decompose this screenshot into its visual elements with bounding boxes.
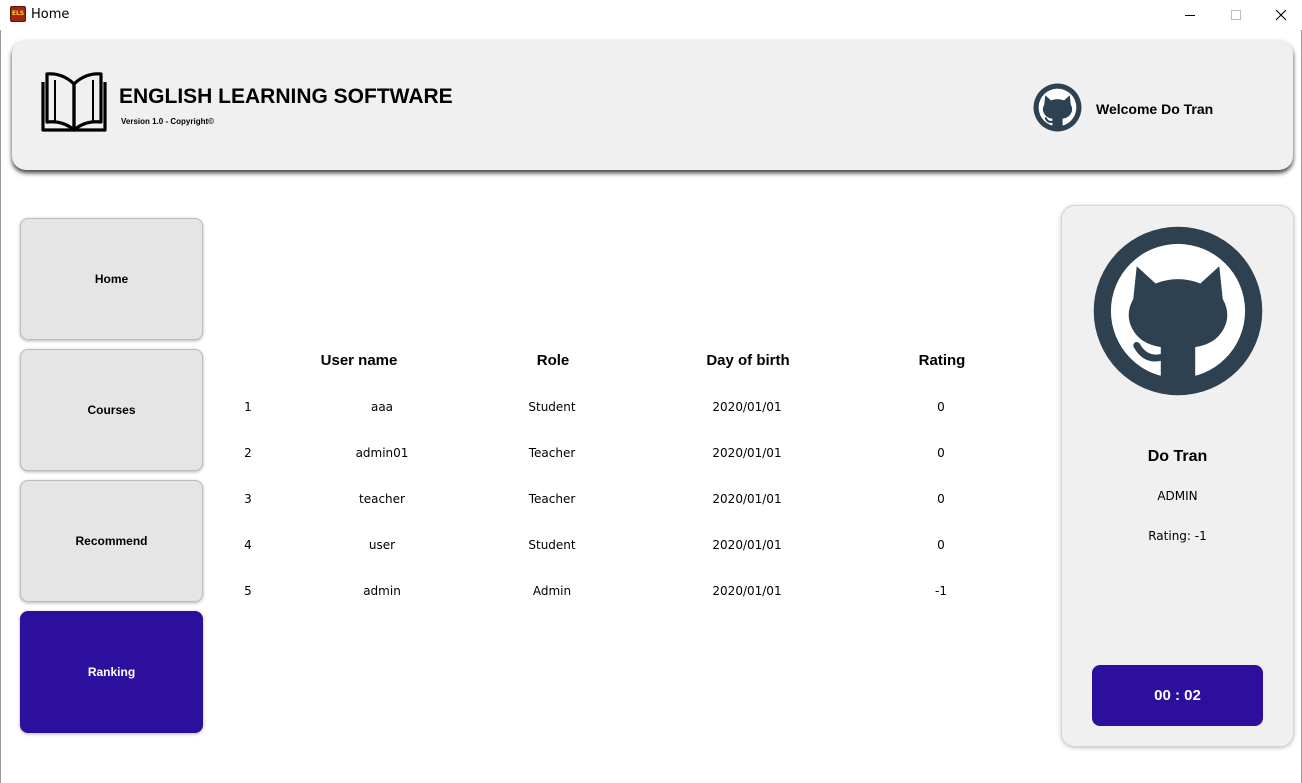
maximize-button[interactable]: [1213, 0, 1259, 30]
close-button[interactable]: [1258, 0, 1302, 30]
app-icon: ELS: [10, 6, 26, 22]
rank-cell: 4: [244, 538, 252, 552]
column-header-rating: Rating: [918, 352, 966, 369]
window-title: Home: [31, 7, 70, 22]
welcome-text: Welcome Do Tran: [1096, 101, 1214, 117]
dob-cell: 2020/01/01: [712, 400, 782, 414]
username-cell: user: [368, 538, 396, 552]
rank-cell: 2: [244, 446, 252, 460]
column-header-role: Role: [536, 352, 570, 369]
minimize-icon: [1185, 15, 1195, 16]
dob-cell: 2020/01/01: [712, 446, 782, 460]
window-frame-left: [0, 30, 1, 783]
column-header-username: User name: [320, 352, 398, 369]
role-cell: Teacher: [528, 446, 576, 460]
dob-cell: 2020/01/01: [712, 538, 782, 552]
window-title-bar: ELS Home: [0, 0, 1302, 30]
username-cell: admin: [363, 584, 401, 598]
nav-recommend-button[interactable]: Recommend: [20, 480, 203, 602]
close-icon: [1275, 9, 1287, 21]
role-cell: Teacher: [528, 492, 576, 506]
column-header-day-of-birth: Day of birth: [706, 352, 790, 369]
nav-home-button[interactable]: Home: [20, 218, 203, 340]
profile-name: Do Tran: [1147, 448, 1208, 465]
username-cell: admin01: [355, 446, 409, 460]
username-cell: aaa: [370, 400, 394, 414]
minimize-button[interactable]: [1167, 0, 1213, 30]
rating-cell: 0: [937, 538, 945, 552]
dob-cell: 2020/01/01: [712, 584, 782, 598]
rank-cell: 1: [244, 400, 252, 414]
github-octocat-icon: [1093, 226, 1263, 396]
rank-cell: 5: [244, 584, 252, 598]
profile-rating: Rating: -1: [1148, 529, 1207, 543]
role-cell: Admin: [532, 584, 572, 598]
rating-cell: 0: [937, 446, 945, 460]
maximize-icon: [1231, 10, 1241, 20]
role-cell: Student: [528, 538, 576, 552]
session-timer: 00 : 02: [1092, 665, 1263, 726]
username-cell: teacher: [359, 492, 405, 506]
profile-card: Do Tran ADMIN Rating: -1 00 : 02: [1061, 205, 1294, 747]
open-book-icon: [41, 72, 107, 132]
rating-cell: 0: [937, 400, 945, 414]
profile-role: ADMIN: [1157, 489, 1198, 503]
app-version: Version 1.0 - Copyright©: [121, 117, 215, 126]
dob-cell: 2020/01/01: [712, 492, 782, 506]
rating-cell: 0: [937, 492, 945, 506]
rating-cell: -1: [935, 584, 947, 598]
header-banner: ENGLISH LEARNING SOFTWARE Version 1.0 - …: [12, 40, 1293, 170]
role-cell: Student: [528, 400, 576, 414]
github-octocat-icon[interactable]: [1032, 82, 1083, 133]
nav-courses-button[interactable]: Courses: [20, 349, 203, 471]
app-title: ENGLISH LEARNING SOFTWARE: [119, 85, 453, 108]
rank-cell: 3: [244, 492, 252, 506]
nav-ranking-button[interactable]: Ranking: [20, 611, 203, 733]
